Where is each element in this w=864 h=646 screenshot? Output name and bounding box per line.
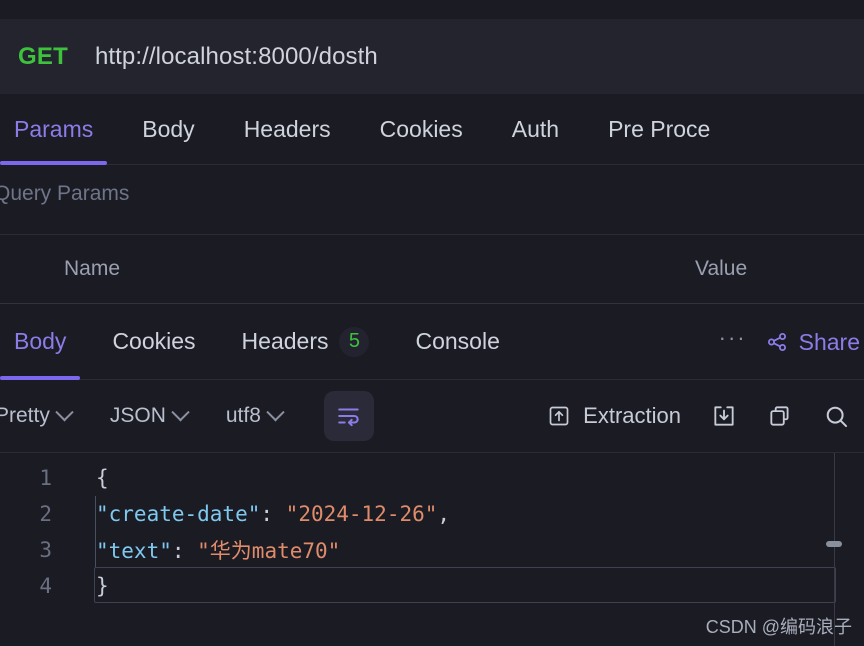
response-tab-body[interactable]: Body	[14, 304, 66, 380]
json-value: "2024-12-26"	[286, 502, 438, 526]
chevron-down-icon	[266, 403, 284, 421]
headers-count-badge: 5	[339, 327, 369, 357]
watermark: CSDN @编码浪子	[706, 613, 852, 639]
format-select-value: Pretty	[0, 404, 50, 428]
query-params-table-header: Name Value	[0, 234, 864, 282]
format-select[interactable]: Pretty	[0, 404, 71, 428]
json-token: :	[172, 539, 197, 563]
response-panel: Body Cookies Headers 5 Console ···	[0, 303, 864, 646]
response-tab-console-label: Console	[415, 328, 499, 355]
request-url-input[interactable]: http://localhost:8000/dosth	[95, 43, 378, 71]
extraction-icon	[547, 404, 571, 428]
chevron-down-icon	[55, 403, 73, 421]
tab-pre-processor-label: Pre Proce	[608, 116, 710, 143]
json-token: :	[260, 502, 285, 526]
column-header-name: Name	[64, 257, 120, 281]
extraction-label: Extraction	[583, 403, 681, 429]
response-tab-body-label: Body	[14, 328, 66, 355]
window-top-strip	[0, 0, 864, 19]
line-content: }	[60, 574, 109, 598]
line-number: 1	[0, 466, 60, 490]
request-method[interactable]: GET	[18, 43, 68, 71]
word-wrap-icon	[336, 403, 362, 429]
line-number: 2	[0, 502, 60, 526]
api-client-window: GET http://localhost:8000/dosth Params B…	[0, 0, 864, 646]
response-tab-cookies[interactable]: Cookies	[112, 304, 195, 380]
query-params-section: Query Params Name Value	[0, 165, 864, 282]
extraction-button[interactable]: Extraction	[547, 403, 681, 429]
request-url-bar[interactable]: GET http://localhost:8000/dosth	[0, 19, 864, 95]
line-content: {	[60, 466, 109, 490]
encoding-select[interactable]: utf8	[226, 404, 282, 428]
tab-body-label: Body	[142, 116, 194, 143]
response-tab-bar: Body Cookies Headers 5 Console ···	[0, 304, 864, 380]
tab-params-label: Params	[14, 116, 93, 143]
copy-button[interactable]	[767, 403, 793, 429]
tab-headers-label: Headers	[244, 116, 331, 143]
request-tab-bar: Params Body Headers Cookies Auth Pre Pro…	[0, 95, 864, 165]
line-number: 3	[0, 538, 60, 562]
editor-scrollbar-thumb[interactable]	[826, 541, 842, 547]
code-line: 1 {	[0, 460, 864, 496]
share-icon	[765, 330, 789, 354]
tab-cookies[interactable]: Cookies	[380, 95, 463, 165]
language-select[interactable]: JSON	[110, 404, 187, 428]
code-lines: 1 { 2 "create-date": "2024-12-26", 3 "te…	[0, 453, 864, 604]
tab-headers[interactable]: Headers	[244, 95, 331, 165]
response-toolbar-actions: Extraction	[547, 380, 850, 452]
indent-guide	[95, 496, 96, 568]
json-key: "create-date"	[96, 502, 260, 526]
tab-params[interactable]: Params	[14, 95, 93, 165]
response-tab-headers[interactable]: Headers 5	[242, 304, 370, 380]
code-line: 4 }	[0, 568, 864, 604]
code-line: 3 "text": "华为mate70"	[0, 532, 864, 568]
code-line: 2 "create-date": "2024-12-26",	[0, 496, 864, 532]
share-label: Share	[799, 329, 860, 356]
json-token: {	[96, 466, 109, 490]
download-button[interactable]	[711, 403, 737, 429]
json-token: ,	[437, 502, 450, 526]
line-content: "text": "华为mate70"	[60, 535, 340, 565]
column-header-value: Value	[695, 257, 747, 281]
tab-auth[interactable]: Auth	[512, 95, 559, 165]
word-wrap-toggle[interactable]	[324, 391, 374, 441]
json-key: "text"	[96, 539, 172, 563]
response-tab-console[interactable]: Console	[415, 304, 499, 380]
tab-auth-label: Auth	[512, 116, 559, 143]
language-select-value: JSON	[110, 404, 166, 428]
tab-body[interactable]: Body	[142, 95, 194, 165]
tab-pre-processor[interactable]: Pre Proce	[608, 95, 710, 165]
response-body-toolbar: Pretty JSON utf8	[0, 380, 864, 452]
response-tab-actions: ··· Share	[719, 304, 864, 380]
json-token: }	[96, 574, 109, 598]
search-button[interactable]	[823, 403, 850, 430]
response-tab-cookies-label: Cookies	[112, 328, 195, 355]
json-value: "华为mate70"	[197, 539, 340, 563]
response-tab-headers-label: Headers	[242, 328, 329, 355]
share-button[interactable]: Share	[765, 329, 860, 356]
line-content: "create-date": "2024-12-26",	[60, 502, 450, 526]
tab-cookies-label: Cookies	[380, 116, 463, 143]
query-params-title: Query Params	[0, 165, 864, 206]
line-number: 4	[0, 574, 60, 598]
chevron-down-icon	[171, 403, 189, 421]
more-options-icon[interactable]: ···	[719, 327, 747, 357]
encoding-select-value: utf8	[226, 404, 261, 428]
